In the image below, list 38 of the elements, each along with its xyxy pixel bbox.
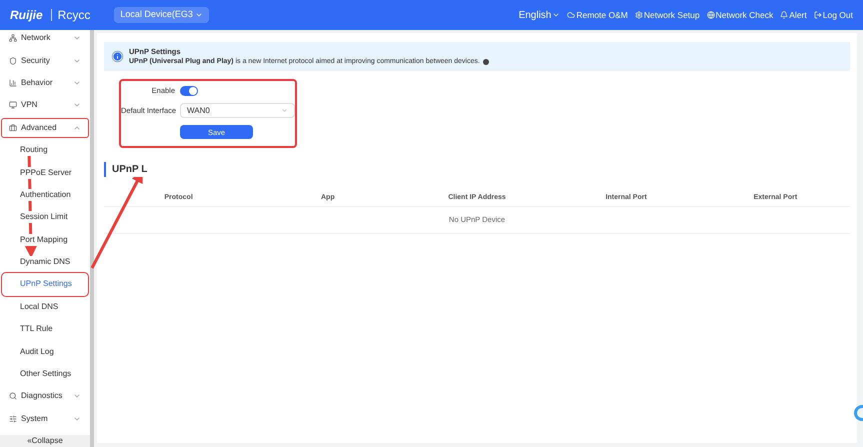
collapse-button[interactable]: «Collapse bbox=[0, 435, 90, 447]
chevron-down-icon bbox=[552, 11, 560, 19]
sidebar-item[interactable]: Behavior bbox=[0, 72, 90, 94]
header-link[interactable]: Network Check bbox=[706, 8, 774, 22]
header-link[interactable]: Network Setup bbox=[634, 8, 700, 22]
logo: Ruijie bbox=[10, 7, 43, 24]
logout-icon bbox=[814, 11, 822, 19]
sidebar-subitem[interactable]: Dynamic DNS bbox=[2, 250, 88, 274]
sidebar-item[interactable]: Network bbox=[0, 30, 90, 50]
sidebar-subitem[interactable]: TTL Rule bbox=[2, 318, 88, 340]
header-link[interactable]: Log Out bbox=[814, 8, 853, 22]
sidebar-subitem[interactable]: PPPoE Server bbox=[2, 161, 88, 184]
floating-help-icon[interactable] bbox=[854, 405, 863, 421]
sidebar-subitem[interactable]: Audit Log bbox=[2, 340, 88, 363]
brand-name: Rcycc bbox=[50, 9, 90, 21]
header-link[interactable]: Alert bbox=[780, 8, 807, 22]
help-icon[interactable] bbox=[482, 59, 489, 66]
sidebar-item[interactable]: System bbox=[0, 408, 90, 430]
cloud-icon bbox=[567, 11, 576, 19]
chevron-down-icon bbox=[194, 11, 203, 19]
sidebar-subitem[interactable]: Other Settings bbox=[2, 362, 88, 386]
sidebar-subitem[interactable]: Authentication bbox=[2, 184, 88, 206]
sidebar-item[interactable]: Security bbox=[0, 49, 90, 72]
sidebar-subitem[interactable]: Port Mapping bbox=[2, 228, 88, 251]
info-icon bbox=[112, 51, 123, 62]
sidebar-subitem[interactable]: Session Limit bbox=[2, 206, 88, 229]
sidebar-item[interactable]: VPN bbox=[0, 94, 90, 117]
language-selector[interactable]: English bbox=[518, 8, 560, 22]
interface-select[interactable]: WAN0 bbox=[180, 103, 295, 118]
chevron-down-icon bbox=[281, 107, 288, 114]
sidebar-item[interactable]: Diagnostics bbox=[0, 385, 90, 408]
sidebar-subitem[interactable]: Local DNS bbox=[2, 296, 88, 318]
enable-toggle[interactable] bbox=[180, 86, 198, 96]
sidebar-item[interactable]: Advanced bbox=[0, 116, 90, 139]
sidebar-subitem[interactable]: Routing bbox=[2, 138, 88, 162]
header-link[interactable]: Remote O&M bbox=[567, 8, 628, 22]
sidebar-subitem[interactable]: UPnP Settings bbox=[2, 273, 88, 296]
section-title: UPnP L bbox=[112, 162, 148, 177]
